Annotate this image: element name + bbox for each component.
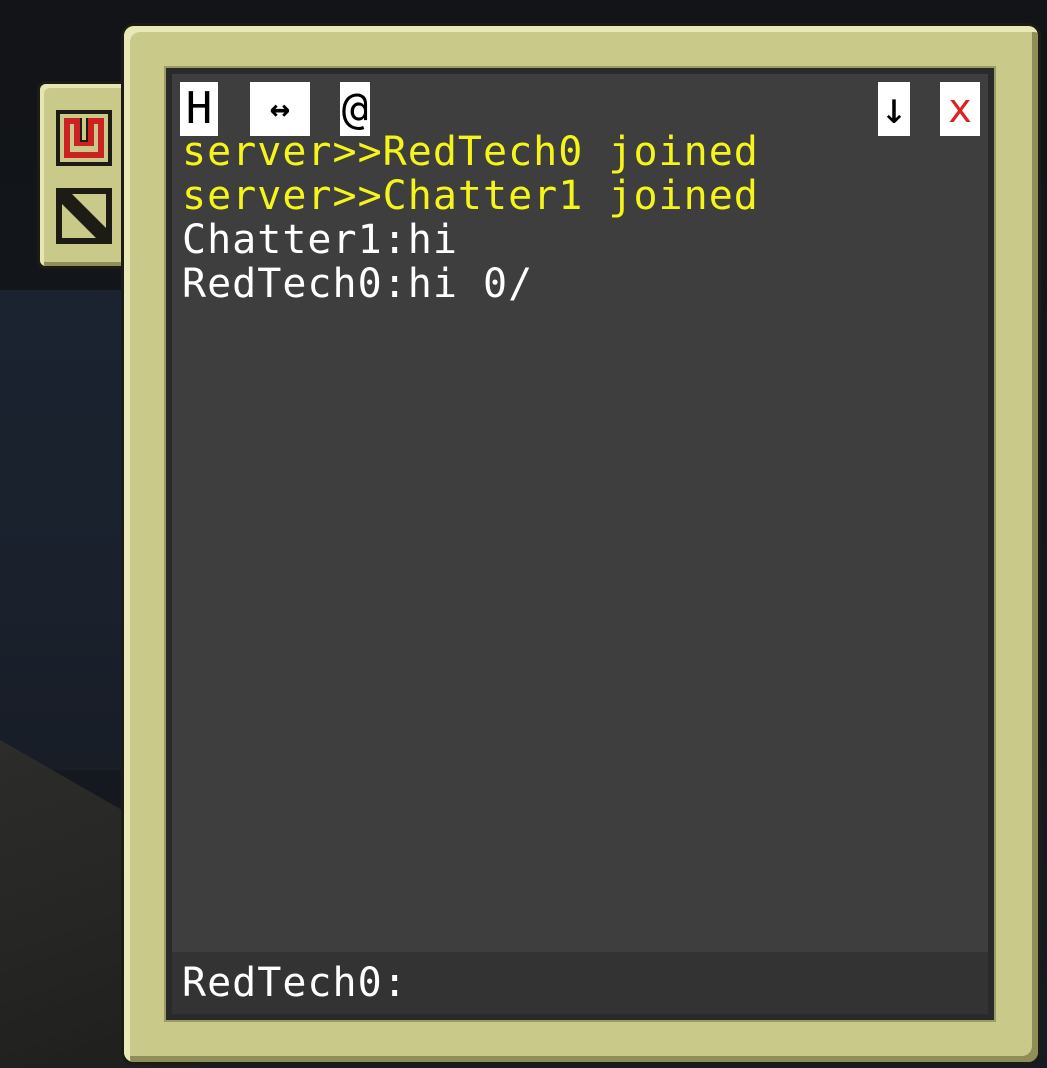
mention-button[interactable]: @ (340, 82, 370, 136)
chat-window: H ↔ @ ↓ x server>>RedTech0 joined server… (124, 26, 1038, 1062)
side-tab-panel (40, 84, 132, 266)
disable-tab[interactable] (54, 186, 114, 246)
history-button[interactable]: H (180, 82, 218, 136)
close-button[interactable]: x (940, 82, 980, 136)
chat-input-bar[interactable]: RedTech0: (172, 952, 988, 1014)
swap-button[interactable]: ↔ (250, 82, 310, 136)
no-entry-icon (56, 188, 112, 244)
input-prompt: RedTech0: (182, 960, 408, 1006)
message-line: server>>Chatter1 joined (182, 173, 759, 219)
power-tab[interactable] (54, 108, 114, 168)
chat-screen: H ↔ @ ↓ x server>>RedTech0 joined server… (172, 74, 988, 1014)
message-line: server>>RedTech0 joined (182, 129, 759, 175)
message-list: server>>RedTech0 joined server>>Chatter1… (182, 130, 978, 306)
message-line: Chatter1:hi (182, 217, 458, 263)
toolbar: H ↔ @ ↓ x (180, 82, 980, 136)
scroll-down-button[interactable]: ↓ (878, 82, 910, 136)
message-line: RedTech0:hi 0/ (182, 261, 534, 307)
power-icon (56, 110, 112, 166)
